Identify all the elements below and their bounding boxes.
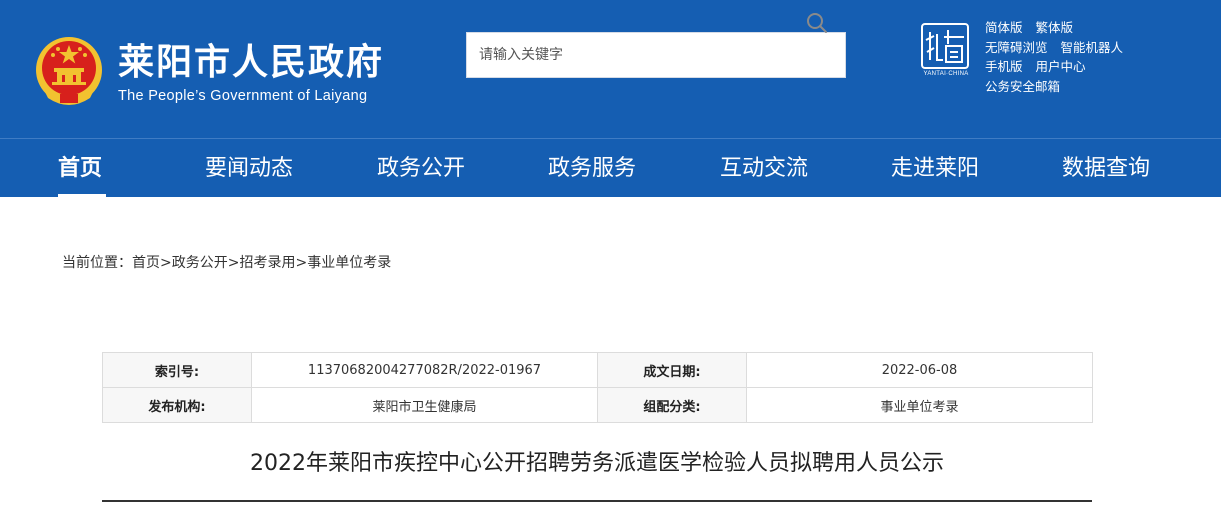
- search-icon[interactable]: [806, 12, 828, 34]
- category-value: 事业单位考录: [746, 387, 1093, 423]
- simplified-chinese-link[interactable]: 简体版: [985, 17, 1023, 36]
- nav-item-interaction[interactable]: 互动交流: [720, 139, 808, 198]
- smart-robot-link[interactable]: 智能机器人: [1061, 37, 1124, 56]
- nav-active-indicator: [58, 194, 106, 197]
- document-info-table: 索引号: 11370682004277082R/2022-01967 成文日期:…: [102, 352, 1093, 423]
- nav-item-gov-affairs-open[interactable]: 政务公开: [377, 139, 465, 198]
- top-links-row: 简体版 繁体版: [985, 17, 1185, 37]
- search-input[interactable]: [467, 33, 797, 77]
- nav-item-data-query[interactable]: 数据查询: [1062, 139, 1150, 198]
- top-links-row: 手机版 用户中心: [985, 56, 1185, 76]
- index-number-value: 11370682004277082R/2022-01967: [251, 352, 598, 388]
- issue-date-value: 2022-06-08: [746, 352, 1093, 388]
- search-box: [466, 32, 846, 78]
- top-links: 简体版 繁体版 无障碍浏览 智能机器人 手机版 用户中心 公务安全邮箱: [985, 17, 1185, 95]
- breadcrumb-item-home[interactable]: 首页: [132, 252, 160, 272]
- yantai-china-logo-icon[interactable]: [920, 22, 970, 78]
- breadcrumb-item-gov-affairs-open[interactable]: 政务公开: [172, 252, 228, 272]
- breadcrumb-item-recruitment[interactable]: 招考录用: [239, 252, 295, 272]
- official-mailbox-link[interactable]: 公务安全邮箱: [985, 76, 1060, 95]
- site-subtitle: The People’s Government of Laiyang: [118, 88, 368, 104]
- breadcrumb-prefix: 当前位置：: [62, 255, 132, 271]
- category-label: 组配分类:: [597, 387, 747, 423]
- breadcrumb-separator: >: [295, 255, 308, 271]
- nav-item-home[interactable]: 首页: [58, 139, 102, 198]
- top-links-row: 无障碍浏览 智能机器人: [985, 37, 1185, 57]
- breadcrumb-separator: >: [227, 255, 240, 271]
- index-number-label: 索引号:: [102, 352, 252, 388]
- site-header: 莱阳市人民政府 The People’s Government of Laiya…: [0, 0, 1221, 138]
- accessibility-link[interactable]: 无障碍浏览: [985, 37, 1048, 56]
- nav-item-news[interactable]: 要闻动态: [205, 139, 293, 198]
- traditional-chinese-link[interactable]: 繁体版: [1036, 17, 1074, 36]
- article-title: 2022年莱阳市疾控中心公开招聘劳务派遣医学检验人员拟聘用人员公示: [250, 451, 944, 476]
- main-nav: 首页 要闻动态 政务公开 政务服务 互动交流 走进莱阳 数据查询: [0, 138, 1221, 197]
- nav-item-about-laiyang[interactable]: 走进莱阳: [891, 139, 979, 198]
- issue-date-label: 成文日期:: [597, 352, 747, 388]
- title-divider: [102, 500, 1092, 502]
- mobile-version-link[interactable]: 手机版: [985, 56, 1023, 75]
- national-emblem-icon: [36, 37, 102, 105]
- user-center-link[interactable]: 用户中心: [1036, 56, 1086, 75]
- site-title[interactable]: 莱阳市人民政府: [118, 40, 384, 86]
- breadcrumb-separator: >: [160, 255, 172, 271]
- table-row: 索引号: 11370682004277082R/2022-01967 成文日期:…: [102, 352, 1093, 388]
- breadcrumb: 当前位置：首页>政务公开>招考录用>事业单位考录: [62, 252, 391, 272]
- publisher-label: 发布机构:: [102, 387, 252, 423]
- nav-item-gov-services[interactable]: 政务服务: [548, 139, 636, 198]
- table-row: 发布机构: 莱阳市卫生健康局 组配分类: 事业单位考录: [102, 387, 1093, 423]
- top-links-row: 公务安全邮箱: [985, 76, 1185, 96]
- city-logo-caption: YANTAI·CHINA: [923, 71, 969, 77]
- breadcrumb-item-institution-exam[interactable]: 事业单位考录: [307, 252, 391, 272]
- publisher-value: 莱阳市卫生健康局: [251, 387, 598, 423]
